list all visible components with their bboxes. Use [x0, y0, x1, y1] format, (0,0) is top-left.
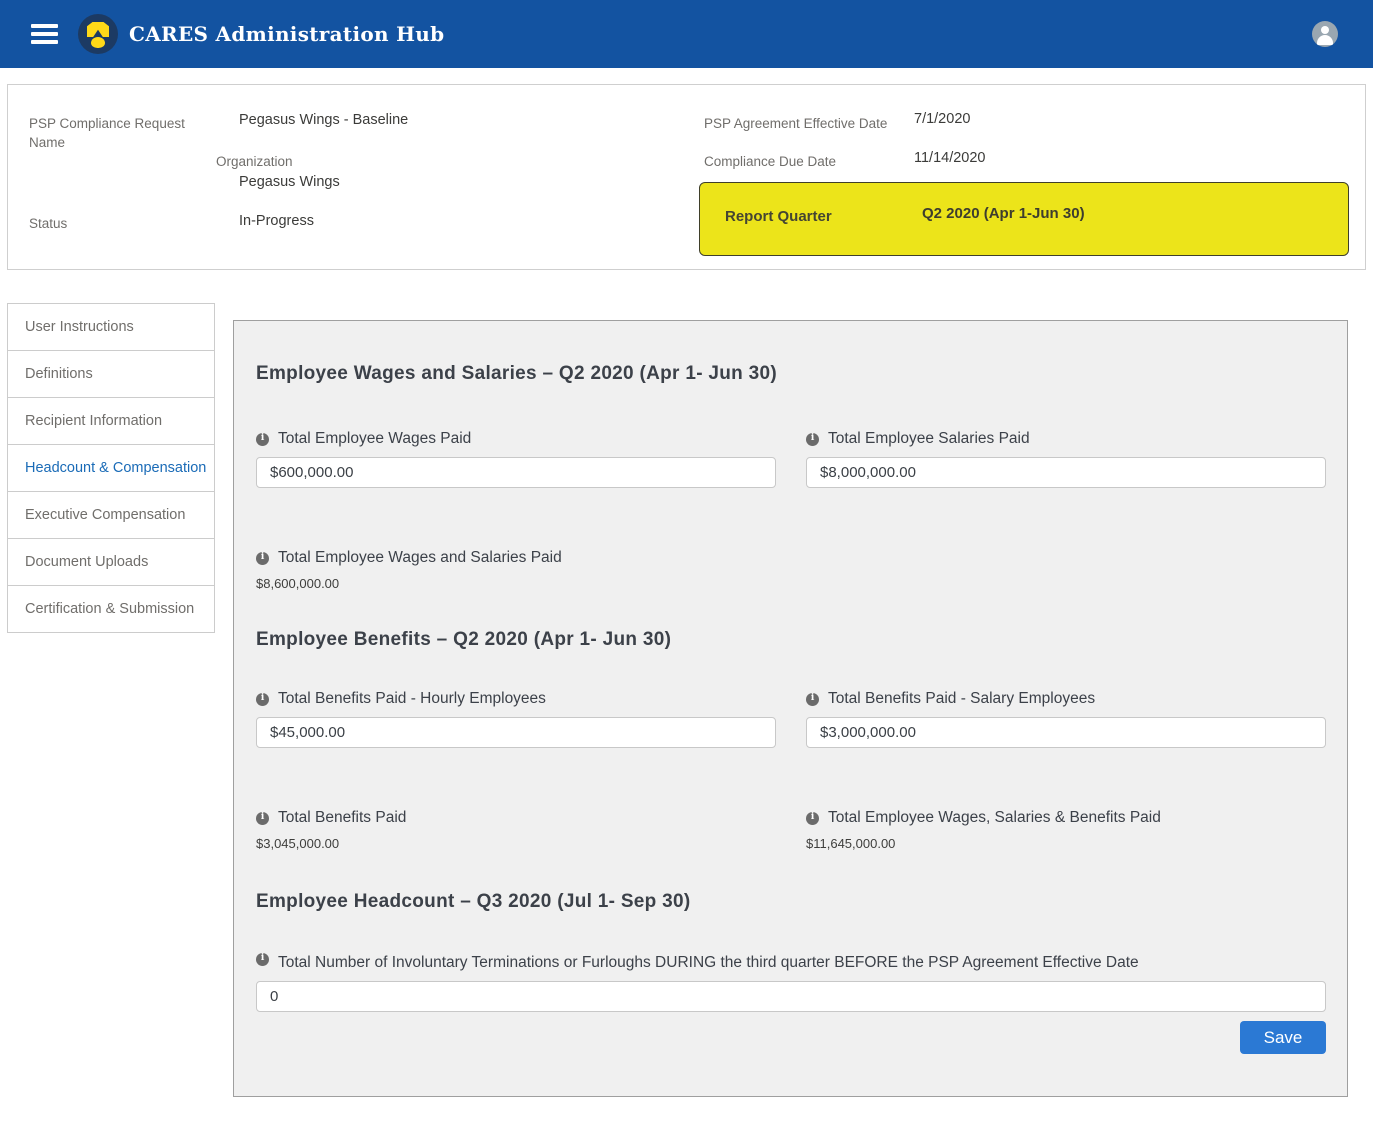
report-quarter-highlight: Report Quarter Q2 2020 (Apr 1-Jun 30) [699, 182, 1349, 256]
app-header: CARES Administration Hub [0, 0, 1373, 68]
wages-paid-label: Total Employee Wages Paid [278, 429, 471, 449]
benefits-hourly-input[interactable] [256, 717, 776, 748]
report-quarter-value: Q2 2020 (Apr 1-Jun 30) [922, 205, 1085, 222]
save-button[interactable]: Save [1240, 1021, 1326, 1054]
organization-label: Organization [216, 152, 293, 171]
salaries-paid-label: Total Employee Salaries Paid [828, 429, 1030, 449]
benefits-salary-input[interactable] [806, 717, 1326, 748]
organization-value: Pegasus Wings [239, 173, 340, 192]
effective-date-label: PSP Agreement Effective Date [704, 114, 887, 133]
benefits-total-label: Total Benefits Paid [278, 808, 406, 828]
status-value: In-Progress [239, 212, 314, 231]
sidebar-item-definitions[interactable]: Definitions [7, 350, 215, 398]
report-quarter-label: Report Quarter [725, 208, 832, 225]
sidebar-item-headcount-compensation[interactable]: Headcount & Compensation [7, 444, 215, 492]
wages-salaries-total-label: Total Employee Wages and Salaries Paid [278, 548, 562, 568]
sidebar-item-executive-compensation[interactable]: Executive Compensation [7, 491, 215, 539]
info-icon[interactable] [256, 953, 269, 966]
user-avatar-icon[interactable] [1312, 21, 1338, 47]
psp-request-name-label: PSP Compliance Request Name [29, 114, 189, 152]
hamburger-icon[interactable] [31, 24, 58, 44]
psp-request-name-value: Pegasus Wings - Baseline [239, 111, 408, 130]
salaries-paid-input[interactable] [806, 457, 1326, 488]
info-icon[interactable] [256, 552, 269, 565]
headcount-compensation-form: Employee Wages and Salaries – Q2 2020 (A… [233, 320, 1348, 1097]
compliance-summary-card: PSP Compliance Request Name Pegasus Wing… [7, 84, 1366, 270]
benefits-salary-label: Total Benefits Paid - Salary Employees [828, 689, 1095, 709]
benefits-total-value: $3,045,000.00 [256, 836, 776, 851]
benefits-heading: Employee Benefits – Q2 2020 (Apr 1- Jun … [256, 627, 1326, 653]
info-icon[interactable] [256, 693, 269, 706]
wages-paid-input[interactable] [256, 457, 776, 488]
effective-date-value: 7/1/2020 [914, 110, 970, 129]
grand-total-value: $11,645,000.00 [806, 836, 1326, 851]
benefits-totals-row: Total Benefits Paid $3,045,000.00 Total … [256, 748, 1326, 851]
sidebar-item-user-instructions[interactable]: User Instructions [7, 303, 215, 351]
wages-salaries-total-value: $8,600,000.00 [256, 576, 1326, 591]
wages-salaries-heading: Employee Wages and Salaries – Q2 2020 (A… [256, 361, 1326, 387]
status-label: Status [29, 214, 67, 233]
terminations-label: Total Number of Involuntary Terminations… [278, 949, 1139, 977]
terminations-input[interactable] [256, 981, 1326, 1012]
app-logo-icon [78, 14, 118, 54]
sidebar-item-document-uploads[interactable]: Document Uploads [7, 538, 215, 586]
sidebar-item-certification-submission[interactable]: Certification & Submission [7, 585, 215, 633]
grand-total-label: Total Employee Wages, Salaries & Benefit… [828, 808, 1161, 828]
section-nav: User Instructions Definitions Recipient … [7, 303, 215, 633]
info-icon[interactable] [806, 693, 819, 706]
info-icon[interactable] [806, 433, 819, 446]
sidebar-item-recipient-information[interactable]: Recipient Information [7, 397, 215, 445]
due-date-value: 11/14/2020 [914, 149, 986, 168]
info-icon[interactable] [806, 812, 819, 825]
app-title: CARES Administration Hub [129, 22, 444, 46]
wages-salaries-input-row: Total Employee Wages Paid Total Employee… [256, 387, 1326, 488]
info-icon[interactable] [256, 812, 269, 825]
benefits-hourly-label: Total Benefits Paid - Hourly Employees [278, 689, 546, 709]
benefits-input-row: Total Benefits Paid - Hourly Employees T… [256, 653, 1326, 748]
info-icon[interactable] [256, 433, 269, 446]
due-date-label: Compliance Due Date [704, 152, 836, 171]
headcount-heading: Employee Headcount – Q3 2020 (Jul 1- Sep… [256, 889, 1326, 915]
